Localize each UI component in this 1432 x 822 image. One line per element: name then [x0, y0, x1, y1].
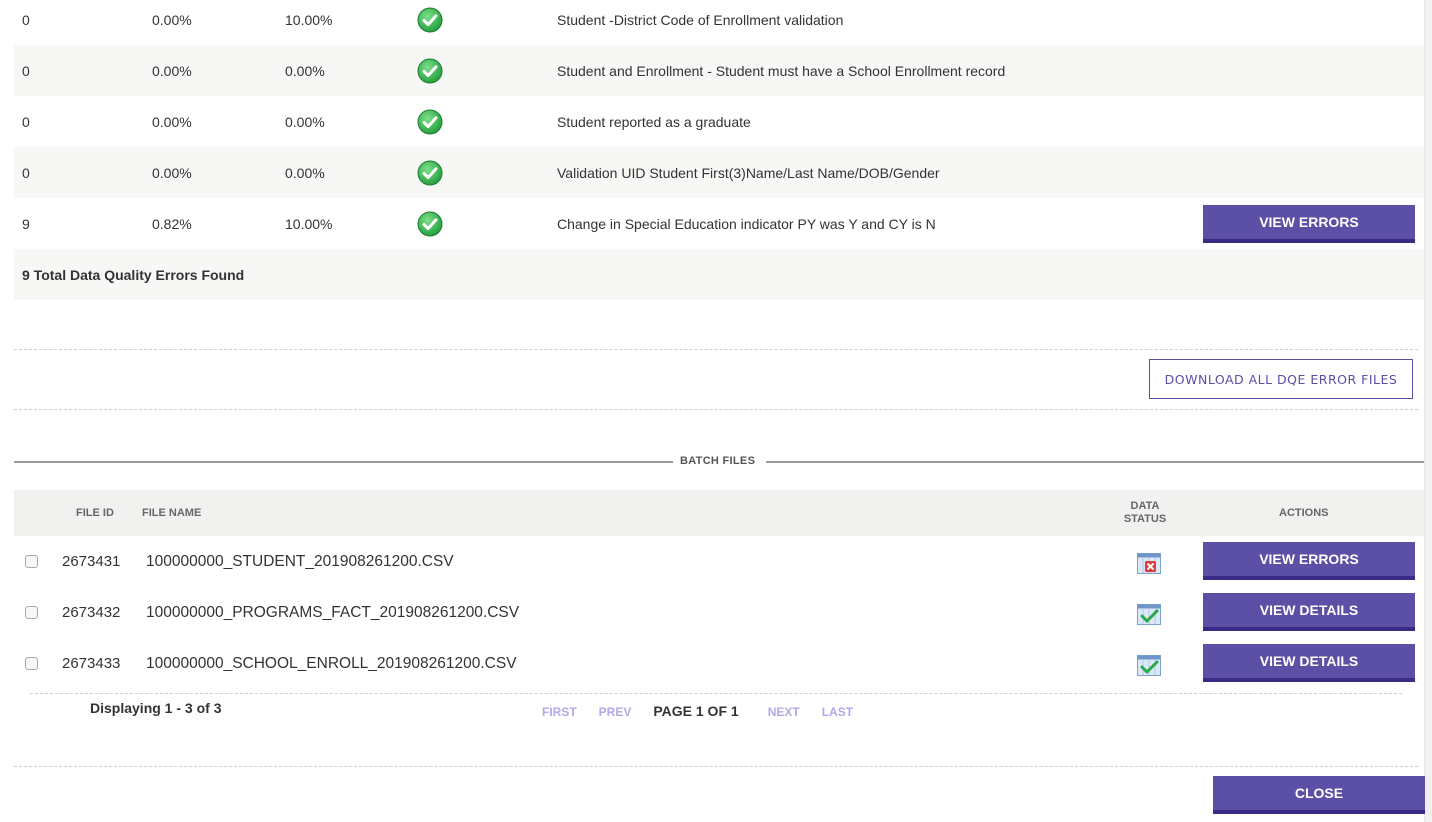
error-percent: 0.00% [152, 62, 192, 79]
row-checkbox[interactable] [25, 606, 38, 619]
error-percent: 0.82% [152, 215, 192, 232]
table-row: 2673433 100000000_SCHOOL_ENROLL_20190826… [14, 638, 1424, 689]
file-error-icon [1137, 553, 1161, 574]
divider [14, 349, 1418, 350]
dq-rule-row: 9 0.82% 10.00% Change in Special Educati… [14, 198, 1424, 249]
view-details-button[interactable]: VIEW DETAILS [1203, 593, 1415, 631]
error-count: 9 [22, 215, 30, 232]
check-circle-icon [417, 109, 443, 134]
pager-last-link[interactable]: LAST [822, 705, 853, 719]
error-count: 0 [22, 11, 30, 28]
dq-rule-row: 0 0.00% 0.00% Student reported as a grad… [14, 96, 1424, 147]
pager-first-link[interactable]: FIRST [542, 705, 577, 719]
file-id: 2673432 [62, 604, 121, 621]
rule-description: Student and Enrollment - Student must ha… [557, 62, 1006, 79]
error-count: 0 [22, 62, 30, 79]
divider [14, 409, 1418, 410]
check-circle-icon [417, 211, 443, 236]
displaying-count: Displaying 1 - 3 of 3 [90, 700, 222, 716]
table-row: 2673431 100000000_STUDENT_201908261200.C… [14, 536, 1424, 587]
error-threshold: 0.00% [285, 62, 325, 79]
pager-prev-link[interactable]: PREV [599, 705, 632, 719]
error-percent: 0.00% [152, 113, 192, 130]
view-errors-button[interactable]: VIEW ERRORS [1203, 542, 1415, 580]
row-checkbox[interactable] [25, 555, 38, 568]
file-ok-icon [1137, 655, 1161, 676]
modal-right-edge [1424, 0, 1432, 822]
batch-files-title: BATCH FILES [677, 455, 759, 467]
rule-description: Change in Special Education indicator PY… [557, 215, 936, 232]
error-threshold: 10.00% [285, 215, 333, 232]
dq-rule-row: 0 0.00% 10.00% Student -District Code of… [14, 0, 1424, 45]
rule-description: Validation UID Student First(3)Name/Last… [557, 164, 940, 181]
file-name: 100000000_SCHOOL_ENROLL_201908261200.CSV [146, 655, 517, 672]
error-threshold: 0.00% [285, 164, 325, 181]
rule-description: Student reported as a graduate [557, 113, 751, 130]
column-header-file-id: FILE ID [76, 507, 114, 519]
dq-rule-row: 0 0.00% 0.00% Validation UID Student Fir… [14, 147, 1424, 198]
rule-description: Student -District Code of Enrollment val… [557, 11, 844, 28]
row-checkbox[interactable] [25, 657, 38, 670]
error-count: 0 [22, 164, 30, 181]
pagination: FIRST PREV PAGE 1 OF 1 NEXT LAST [542, 703, 875, 719]
table-row: 2673432 100000000_PROGRAMS_FACT_20190826… [14, 587, 1424, 638]
divider [30, 693, 1402, 694]
data-status-line1: DATA [1130, 500, 1160, 512]
check-circle-icon [417, 160, 443, 185]
batch-files-header: FILE ID FILE NAME DATA STATUS ACTIONS [14, 490, 1424, 536]
dq-rules-table: 0 0.00% 10.00% Student -District Code of… [14, 0, 1424, 300]
file-id: 2673431 [62, 553, 121, 570]
check-circle-icon [417, 58, 443, 83]
file-name: 100000000_STUDENT_201908261200.CSV [146, 553, 454, 570]
column-header-actions: ACTIONS [1279, 507, 1329, 519]
dq-rule-row: 0 0.00% 0.00% Student and Enrollment - S… [14, 45, 1424, 96]
download-all-dqe-button[interactable]: DOWNLOAD ALL DQE ERROR FILES [1149, 359, 1413, 399]
error-percent: 0.00% [152, 11, 192, 28]
pager-current-page: PAGE 1 OF 1 [653, 703, 739, 719]
file-id: 2673433 [62, 655, 121, 672]
error-percent: 0.00% [152, 164, 192, 181]
divider [14, 766, 1418, 767]
file-name: 100000000_PROGRAMS_FACT_201908261200.CSV [134, 596, 695, 629]
error-count: 0 [22, 113, 30, 130]
view-details-button[interactable]: VIEW DETAILS [1203, 644, 1415, 682]
error-threshold: 0.00% [285, 113, 325, 130]
total-errors-summary: 9 Total Data Quality Errors Found [14, 249, 1424, 300]
data-status-line2: STATUS [1123, 513, 1167, 525]
column-header-data-status: DATA STATUS [1122, 500, 1168, 526]
file-ok-icon [1137, 604, 1161, 625]
pager-next-link[interactable]: NEXT [768, 705, 800, 719]
column-header-file-name: FILE NAME [142, 507, 202, 519]
check-circle-icon [417, 7, 443, 32]
close-button[interactable]: CLOSE [1213, 776, 1425, 814]
view-errors-button[interactable]: VIEW ERRORS [1203, 204, 1415, 243]
error-threshold: 10.00% [285, 11, 333, 28]
